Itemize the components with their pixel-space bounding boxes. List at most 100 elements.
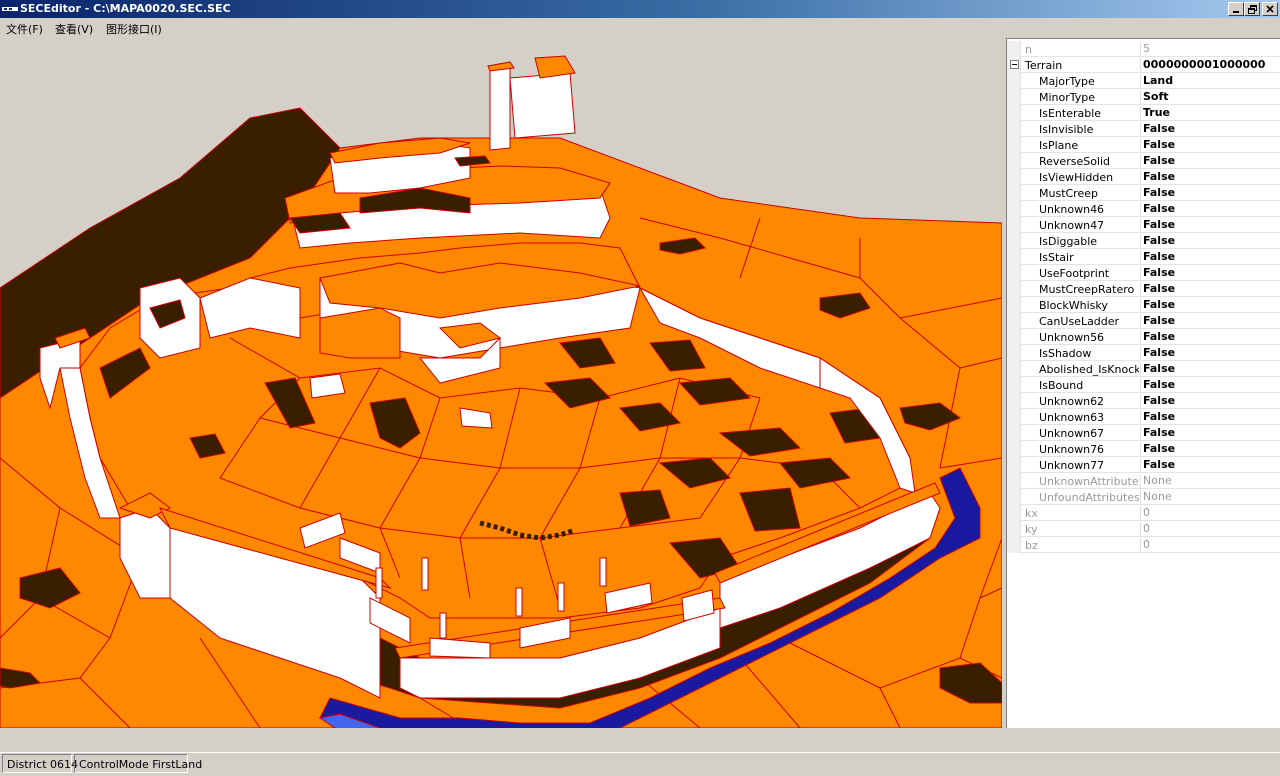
property-value[interactable]: False — [1140, 202, 1278, 216]
property-row[interactable]: IsPlane False — [1007, 137, 1280, 153]
property-value[interactable]: False — [1140, 234, 1278, 248]
property-row[interactable]: IsBound False — [1007, 377, 1280, 393]
property-name: Unknown62 — [1039, 395, 1105, 408]
property-value[interactable]: False — [1140, 378, 1278, 392]
property-name: Terrain — [1025, 59, 1063, 72]
property-value[interactable]: None — [1140, 490, 1278, 504]
menu-graphics-interface[interactable]: 图形接口(I) — [106, 21, 162, 37]
property-name: Unknown63 — [1039, 411, 1105, 424]
property-row[interactable]: UnfoundAttributes None — [1007, 489, 1280, 505]
property-value[interactable]: 0000000001000000 — [1140, 58, 1278, 72]
status-control-mode: ControlMode FirstLand — [74, 754, 202, 773]
property-value[interactable]: 0 — [1140, 506, 1278, 520]
property-row[interactable]: MajorType Land — [1007, 73, 1280, 89]
title-bar[interactable]: SECEditor - C:\MAPA0020.SEC.SEC — [0, 0, 1280, 18]
property-value[interactable]: False — [1140, 154, 1278, 168]
property-name: UseFootprint — [1039, 267, 1110, 280]
close-button[interactable] — [1262, 2, 1278, 16]
property-value[interactable]: False — [1140, 426, 1278, 440]
row-gutter — [1007, 361, 1021, 377]
property-value[interactable]: False — [1140, 458, 1278, 472]
property-name: bz — [1025, 539, 1038, 552]
row-gutter — [1007, 249, 1021, 265]
row-gutter — [1007, 153, 1021, 169]
property-value[interactable]: None — [1140, 474, 1278, 488]
property-value[interactable]: Soft — [1140, 90, 1278, 104]
row-gutter — [1007, 105, 1021, 121]
property-row[interactable]: CanUseLadder False — [1007, 313, 1280, 329]
property-value[interactable]: False — [1140, 138, 1278, 152]
property-value[interactable]: False — [1140, 266, 1278, 280]
menu-view[interactable]: 查看(V) — [55, 21, 93, 37]
property-value[interactable]: False — [1140, 314, 1278, 328]
property-row[interactable]: IsDiggable False — [1007, 233, 1280, 249]
map-3d-viewport[interactable] — [0, 38, 1002, 728]
terrain-render[interactable] — [0, 38, 1002, 728]
property-row[interactable]: MustCreep False — [1007, 185, 1280, 201]
property-row[interactable]: ReverseSolid False — [1007, 153, 1280, 169]
property-row[interactable]: Unknown47 False — [1007, 217, 1280, 233]
property-value[interactable]: False — [1140, 186, 1278, 200]
property-value[interactable]: 0 — [1140, 522, 1278, 536]
row-gutter — [1007, 73, 1021, 89]
property-row[interactable]: kx 0 — [1007, 505, 1280, 521]
property-value[interactable]: False — [1140, 250, 1278, 264]
property-row[interactable]: IsInvisible False — [1007, 121, 1280, 137]
app-icon — [2, 7, 18, 11]
property-value[interactable]: False — [1140, 282, 1278, 296]
property-row[interactable]: bz 0 — [1007, 537, 1280, 553]
row-gutter — [1007, 473, 1021, 489]
property-row[interactable]: Abolished_IsKnocka False — [1007, 361, 1280, 377]
property-row[interactable]: Unknown77 False — [1007, 457, 1280, 473]
property-row[interactable]: Unknown46 False — [1007, 201, 1280, 217]
property-value[interactable]: Land — [1140, 74, 1278, 88]
row-gutter — [1007, 265, 1021, 281]
collapse-icon[interactable] — [1010, 60, 1019, 69]
minimize-button[interactable] — [1228, 2, 1244, 16]
property-row[interactable]: n5 — [1007, 41, 1280, 57]
property-row[interactable]: UnknownAttributes None — [1007, 473, 1280, 489]
property-grid[interactable]: n 5 Terrain 0000000001000000 MajorType Land Mi… — [1006, 38, 1280, 728]
row-gutter — [1007, 137, 1021, 153]
property-row[interactable]: MustCreepRatero False — [1007, 281, 1280, 297]
property-name: IsEnterable — [1039, 107, 1102, 120]
property-row[interactable]: Unknown63 False — [1007, 409, 1280, 425]
property-value[interactable]: False — [1140, 346, 1278, 360]
property-row[interactable]: IsStair False — [1007, 249, 1280, 265]
row-gutter — [1007, 409, 1021, 425]
row-gutter — [1007, 185, 1021, 201]
property-value[interactable]: False — [1140, 122, 1278, 136]
property-row[interactable]: Unknown56 False — [1007, 329, 1280, 345]
row-gutter — [1007, 377, 1021, 393]
property-row[interactable]: UseFootprint False — [1007, 265, 1280, 281]
property-value[interactable]: False — [1140, 362, 1278, 376]
property-row[interactable]: IsShadow False — [1007, 345, 1280, 361]
property-value[interactable]: False — [1140, 410, 1278, 424]
property-name: IsInvisible — [1039, 123, 1094, 136]
property-name: IsPlane — [1039, 139, 1079, 152]
property-row[interactable]: Unknown62 False — [1007, 393, 1280, 409]
property-value[interactable]: True — [1140, 106, 1278, 120]
close-icon — [1266, 5, 1274, 13]
property-row[interactable]: ky 0 — [1007, 521, 1280, 537]
property-value[interactable]: False — [1140, 218, 1278, 232]
row-gutter — [1007, 89, 1021, 105]
property-value[interactable]: False — [1140, 298, 1278, 312]
property-value[interactable]: 0 — [1140, 538, 1278, 552]
property-name: Unknown67 — [1039, 427, 1105, 440]
property-value[interactable]: 5 — [1140, 42, 1278, 56]
property-row[interactable]: MinorType Soft — [1007, 89, 1280, 105]
menu-file[interactable]: 文件(F) — [6, 21, 43, 37]
property-row[interactable]: Terrain 0000000001000000 — [1007, 57, 1280, 73]
restore-button[interactable] — [1244, 2, 1260, 16]
property-row[interactable]: IsViewHidden False — [1007, 169, 1280, 185]
property-value[interactable]: False — [1140, 442, 1278, 456]
property-row[interactable]: Unknown67 False — [1007, 425, 1280, 441]
property-row[interactable]: BlockWhisky False — [1007, 297, 1280, 313]
property-value[interactable]: False — [1140, 394, 1278, 408]
property-row[interactable]: Unknown76 False — [1007, 441, 1280, 457]
property-value[interactable]: False — [1140, 170, 1278, 184]
row-gutter — [1007, 233, 1021, 249]
property-value[interactable]: False — [1140, 330, 1278, 344]
property-row[interactable]: IsEnterable True — [1007, 105, 1280, 121]
